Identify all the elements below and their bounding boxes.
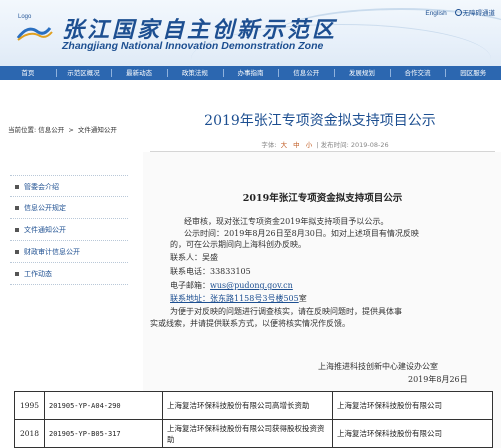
nav-home[interactable]: 首页 (0, 66, 56, 80)
sidebar-item-updates[interactable]: 工作动态 (10, 263, 128, 285)
accessibility-icon (454, 9, 462, 16)
publish-label: 发布时间: (320, 141, 349, 149)
article-meta: 字体: 大 中 小 | 发布时间: 2019-08-26 (160, 139, 490, 149)
breadcrumb-item-disclosure[interactable]: 信息公开 (38, 126, 64, 134)
address-label: 联系地址： (170, 294, 210, 303)
nav-overview[interactable]: 示范区概况 (55, 66, 112, 80)
phone-label: 联系电话： (170, 267, 210, 276)
nav-news[interactable]: 最新动态 (111, 66, 167, 80)
table-cell-project: 上海复洁环保科技股份有限公司获得股权投资资助 (162, 419, 333, 448)
sidebar-item-label: 文件通知公开 (24, 226, 66, 234)
bullet-icon (15, 250, 19, 254)
contact-phone: 联系电话：33833105 (170, 266, 251, 277)
table-cell-code: 201905-YP-B05-317 (44, 419, 163, 448)
address-value: 张东路1158号3号楼505 (210, 294, 299, 303)
sidebar-item-label: 管委会介绍 (24, 183, 59, 191)
paragraph-feedback-line1: 为便于对反映的问题进行调查核实，请在反映问题时，提供具体事 (170, 307, 402, 316)
paragraph-intro: 经审核，现对张江专项资金2019年拟支持项目予以公示。 (184, 217, 389, 226)
signature: 上海推进科技创新中心建设办公室 (318, 362, 438, 371)
english-link[interactable]: English (425, 10, 446, 17)
accessibility-label: 无障碍通道 (462, 10, 496, 17)
sidebar-item-regulations[interactable]: 信息公开规定 (10, 197, 128, 219)
header-links: English 无障碍通道 (425, 7, 495, 17)
table-cell-code: 201905-YP-A04-290 (44, 391, 163, 420)
meta-divider: | (316, 141, 319, 149)
address-suffix: 室 (298, 294, 307, 303)
nav-planning[interactable]: 发展规划 (334, 66, 390, 80)
sidebar-item-label: 工作动态 (24, 270, 52, 278)
breadcrumb-separator: > (68, 126, 74, 134)
breadcrumb-item-notices[interactable]: 文件通知公开 (78, 126, 117, 134)
table-cell-no: 2018 (14, 419, 45, 448)
font-size-small[interactable]: 小 (306, 141, 313, 149)
logo-icon[interactable] (14, 22, 54, 44)
font-size-label: 字体: (261, 141, 277, 149)
site-header: Logo 张江国家自主创新示范区 Zhangjiang National Inn… (0, 0, 501, 66)
breadcrumb: 当前位置: 信息公开 > 文件通知公开 (8, 124, 117, 134)
paragraph-feedback-line2: 实或线索，并请提供联系方式，以便将核实情况作反馈。 (150, 319, 350, 328)
sidebar-item-label: 财政审计信息公开 (24, 248, 80, 256)
sidebar-item-committee[interactable]: 管委会介绍 (10, 175, 128, 197)
table-row: 1995 201905-YP-A04-290 上海复洁环保科技股份有限公司高增长… (14, 391, 493, 420)
breadcrumb-prefix: 当前位置: (8, 126, 37, 134)
signature-date: 2019年8月26日 (408, 375, 468, 384)
font-size-large[interactable]: 大 (281, 141, 288, 149)
project-table: 1995 201905-YP-A04-290 上海复洁环保科技股份有限公司高增长… (14, 391, 493, 448)
table-cell-no: 1995 (14, 391, 45, 420)
nav-disclosure[interactable]: 信息公开 (278, 66, 334, 80)
contact-name: 吴盛 (202, 253, 218, 262)
sidebar-item-finance[interactable]: 财政审计信息公开 (10, 241, 128, 263)
font-size-medium[interactable]: 中 (293, 141, 300, 149)
email-link[interactable]: wus@pudong.gov.cn (210, 281, 293, 290)
sidebar-item-label: 信息公开规定 (24, 204, 66, 212)
nav-cooperation[interactable]: 合作交流 (389, 66, 446, 80)
site-subtitle: Zhangjiang National Innovation Demonstra… (62, 40, 324, 52)
contact-email: 电子邮箱：wus@pudong.gov.cn (170, 280, 293, 291)
table-cell-project: 上海复洁环保科技股份有限公司高增长资助 (162, 391, 333, 420)
table-row: 2018 201905-YP-B05-317 上海复洁环保科技股份有限公司获得股… (14, 419, 493, 448)
nav-guide[interactable]: 办事指南 (222, 66, 279, 80)
bullet-icon (15, 206, 19, 210)
bullet-icon (15, 185, 19, 189)
bullet-icon (15, 272, 19, 276)
article-title: 2019年张江专项资金拟支持项目公示 (204, 113, 436, 129)
email-label: 电子邮箱： (170, 281, 210, 290)
publish-date: 2019-08-26 (350, 141, 389, 149)
paragraph-period-line2: 的，可在公示期间向上海科创办反映。 (170, 240, 306, 249)
bullet-icon (15, 228, 19, 232)
sidebar: 管委会介绍 信息公开规定 文件通知公开 财政审计信息公开 工作动态 (10, 175, 128, 285)
main-nav: 首页 示范区概况 最新动态 政策法规 办事指南 信息公开 发展规划 合作交流 园… (0, 66, 501, 80)
accessibility-link[interactable]: 无障碍通道 (454, 9, 496, 17)
phone-value: 33833105 (210, 267, 251, 276)
contact-label: 联系人： (170, 253, 202, 262)
body-heading: 2019年张江专项资金拟支持项目公示 (242, 193, 403, 204)
table-cell-company: 上海复洁环保科技股份有限公司 (332, 419, 493, 448)
table-cell-company: 上海复洁环保科技股份有限公司 (332, 391, 493, 420)
sidebar-item-notices[interactable]: 文件通知公开 (10, 219, 128, 241)
nav-policy[interactable]: 政策法规 (167, 66, 223, 80)
contact-person: 联系人：吴盛 (170, 252, 218, 263)
paragraph-period-line1: 公示时间：2019年8月26日至8月30日。如对上述项目有情况反映 (184, 229, 419, 238)
nav-services[interactable]: 园区服务 (445, 66, 501, 80)
contact-address: 联系地址：张东路1158号3号楼505室 (170, 293, 307, 304)
logo-text: Logo (18, 14, 32, 20)
